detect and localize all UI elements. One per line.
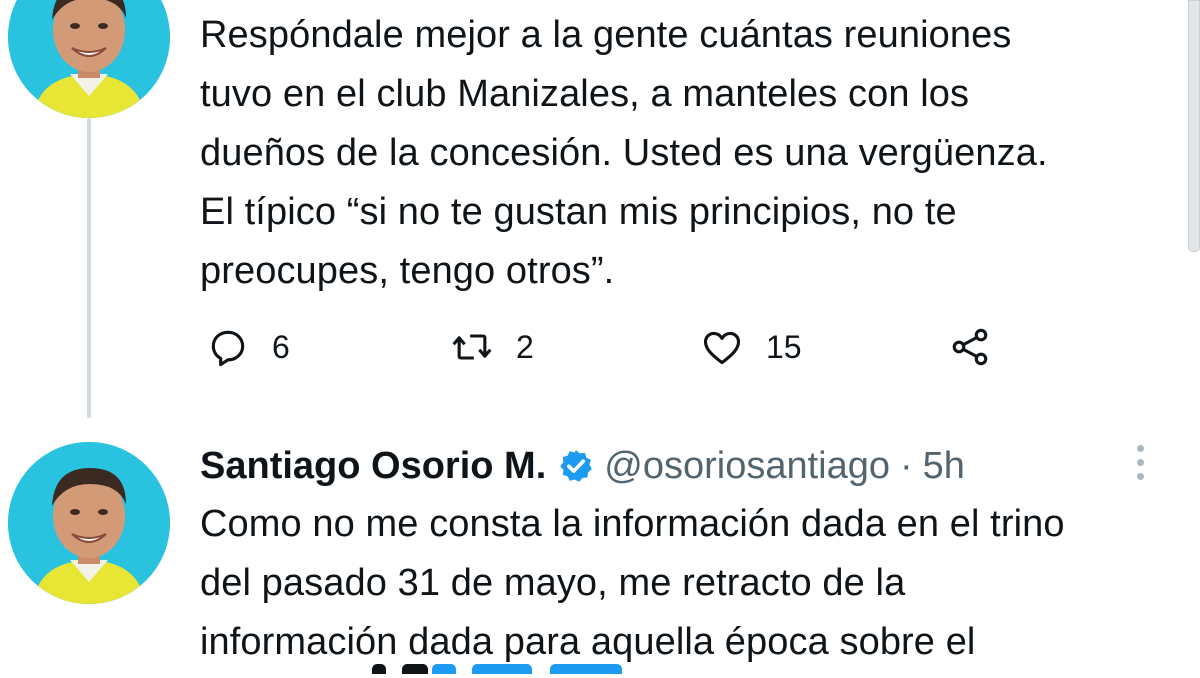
share-icon xyxy=(952,328,988,366)
tweet-header: Santiago Osorio M. @osoriosantiago · 5h xyxy=(200,440,965,492)
tweet-text: Como no me consta la información dada en… xyxy=(200,503,1065,663)
like-count: 15 xyxy=(766,328,802,365)
text-fragment xyxy=(372,664,386,674)
separator-dot: · xyxy=(900,444,913,487)
reply-count: 6 xyxy=(272,328,290,365)
profile-photo-icon xyxy=(8,0,170,118)
author-handle[interactable]: @osoriosantiago xyxy=(604,445,890,488)
retweet-count: 2 xyxy=(516,328,534,365)
mention-fragment xyxy=(432,664,456,674)
retweet-button[interactable]: 2 xyxy=(450,322,534,372)
tweet-text: Respóndale mejor a la gente cuántas reun… xyxy=(200,14,1048,292)
scrollbar[interactable] xyxy=(1186,0,1200,252)
mention-fragment xyxy=(550,664,622,674)
tweet-actions: 6 2 15 xyxy=(200,322,1020,372)
reply-button[interactable]: 6 xyxy=(206,322,290,372)
reply-icon xyxy=(211,330,245,367)
retweet-icon xyxy=(452,334,492,360)
author-name[interactable]: Santiago Osorio M. xyxy=(200,445,546,488)
mention-fragment xyxy=(472,664,532,674)
avatar[interactable] xyxy=(8,0,170,118)
thread-connector-line xyxy=(87,118,91,418)
heart-icon xyxy=(703,331,741,365)
text-fragment xyxy=(402,664,428,674)
scrollbar-thumb[interactable] xyxy=(1188,0,1200,252)
more-dot-icon xyxy=(1136,472,1144,480)
avatar[interactable] xyxy=(8,442,170,604)
more-dot-icon xyxy=(1136,444,1144,452)
share-button[interactable] xyxy=(948,322,992,372)
verified-badge-icon xyxy=(560,450,592,482)
more-dot-icon xyxy=(1136,458,1144,466)
profile-photo-icon xyxy=(8,442,170,604)
like-button[interactable]: 15 xyxy=(700,322,802,372)
more-options-button[interactable] xyxy=(1126,440,1154,484)
tweet-timestamp[interactable]: 5h xyxy=(923,445,965,488)
truncated-text-fragment xyxy=(372,664,642,678)
